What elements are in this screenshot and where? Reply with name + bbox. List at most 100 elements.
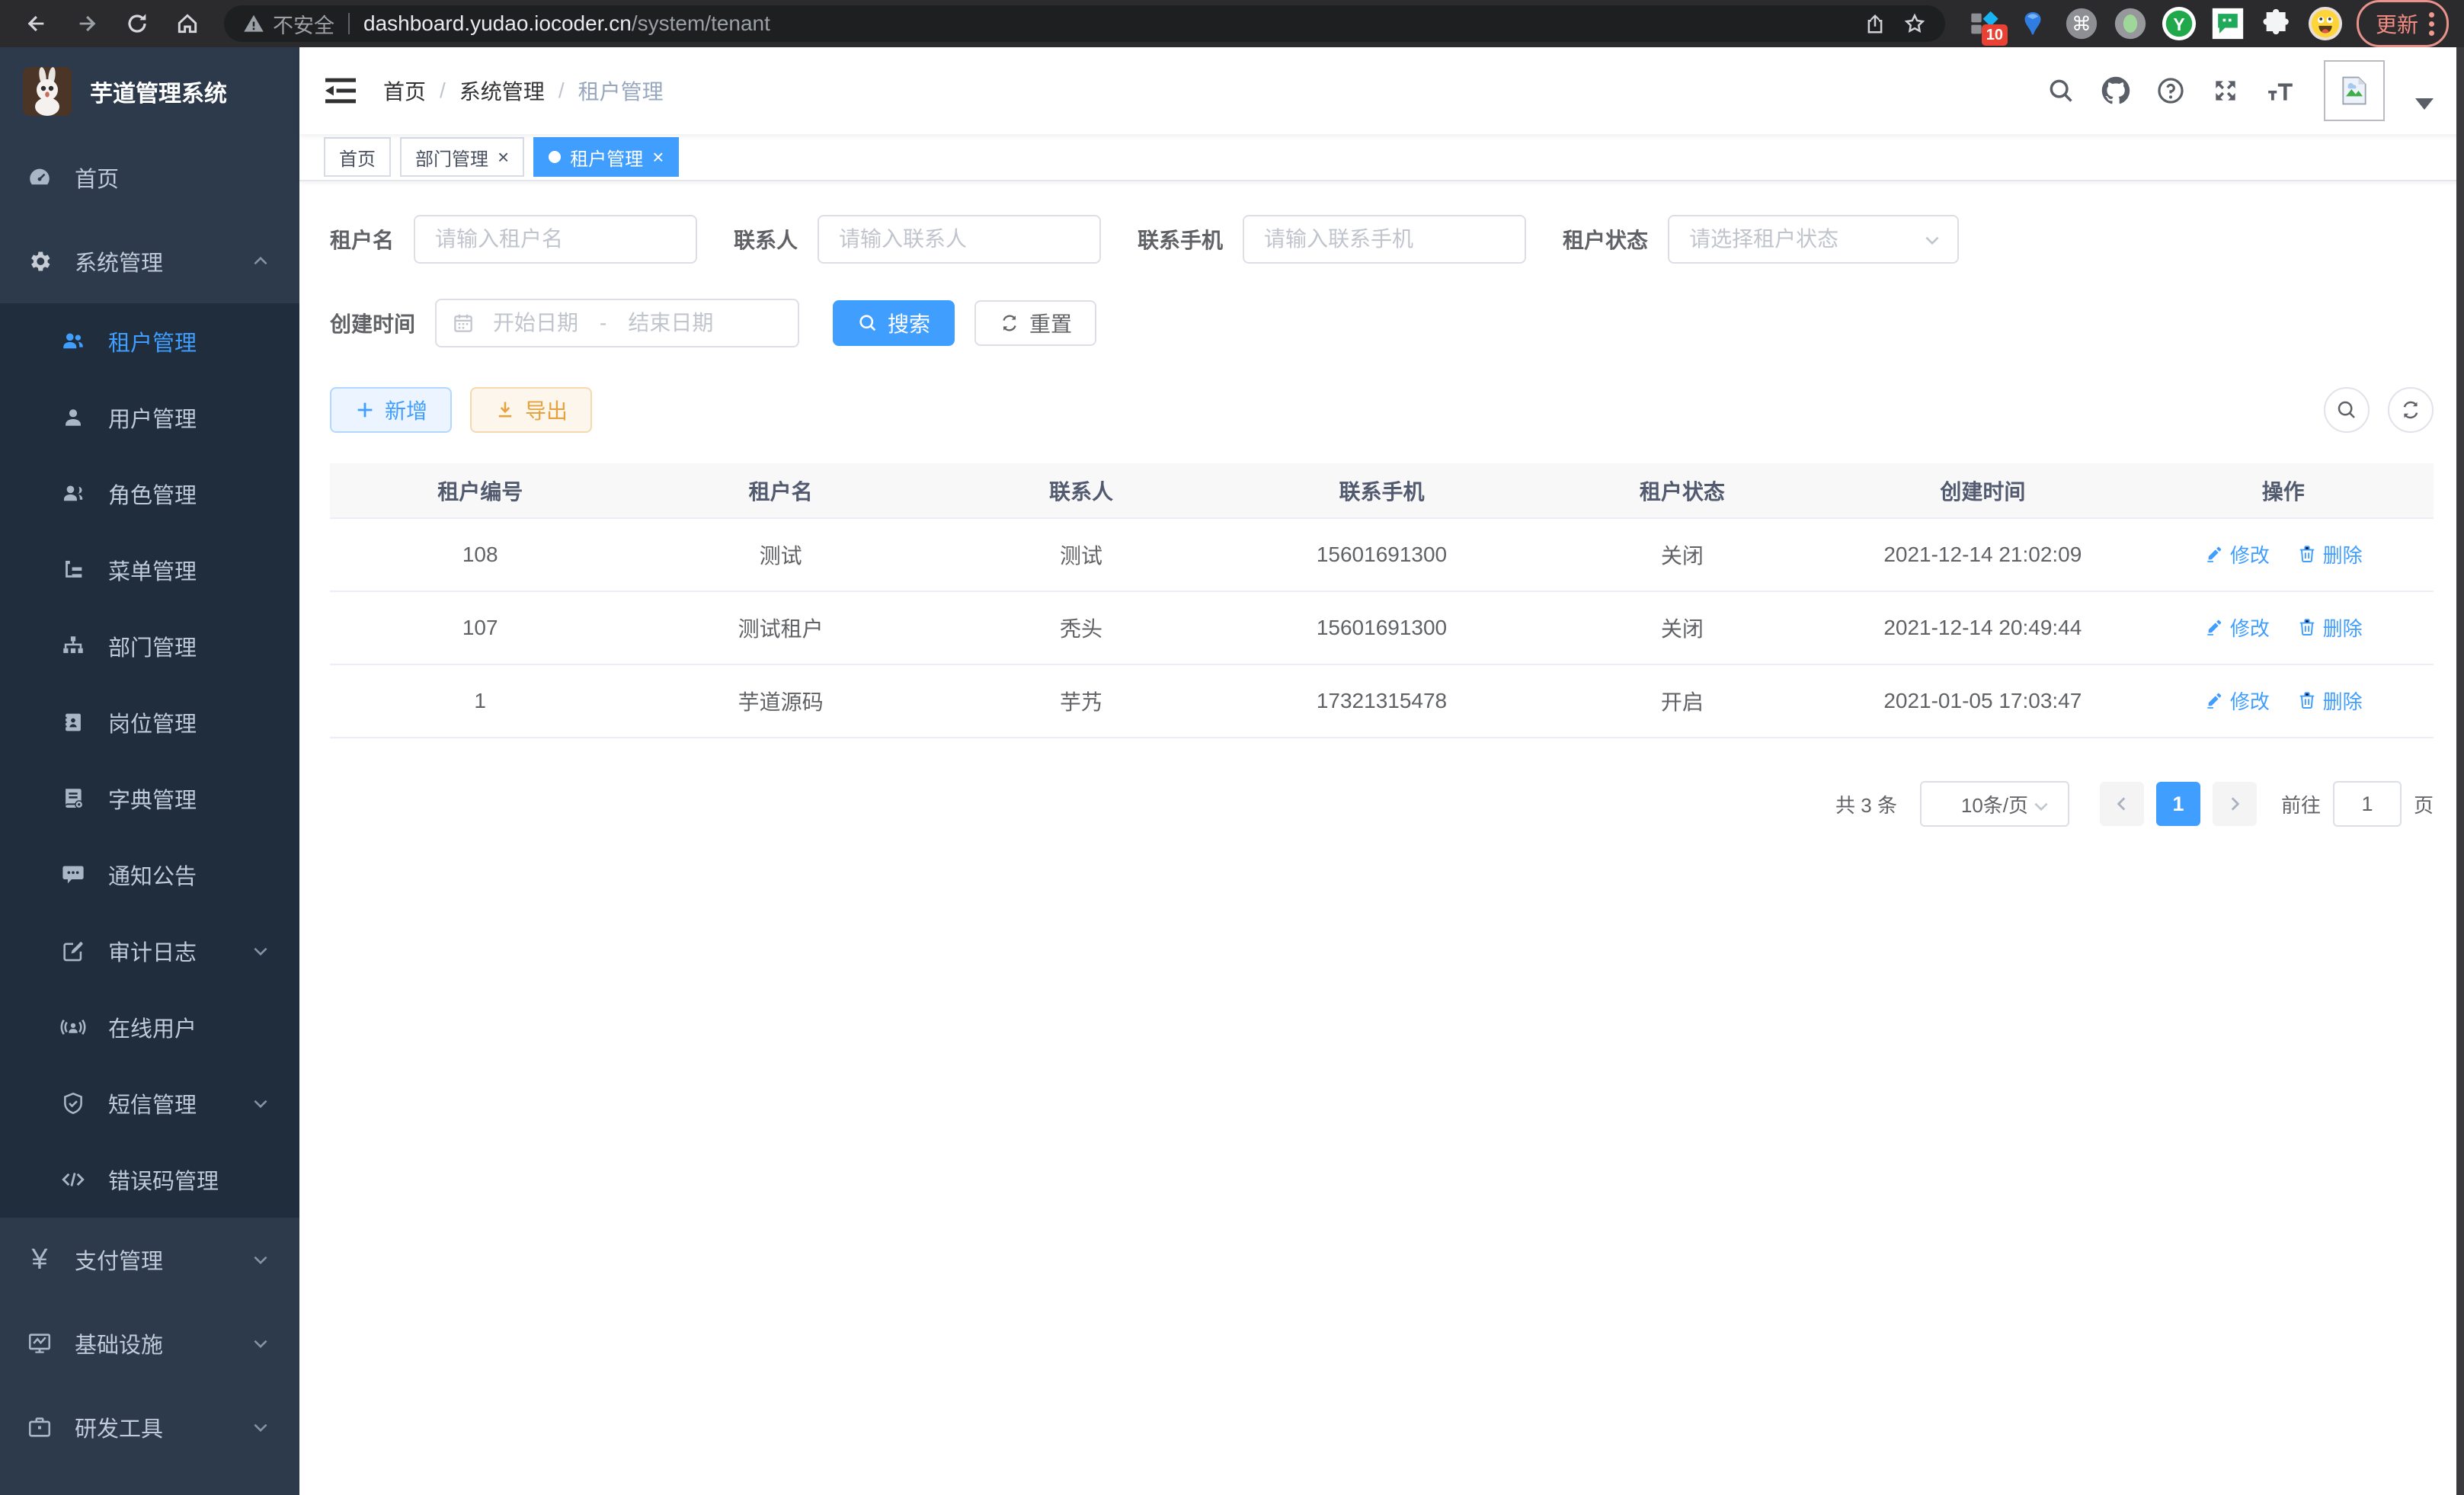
scrollbar[interactable]	[2456, 47, 2464, 1495]
message-icon	[59, 861, 87, 888]
sidebar-item-roles[interactable]: 角色管理	[0, 456, 299, 532]
fullscreen-icon	[2211, 76, 2240, 105]
extension-gem-icon[interactable]	[2015, 6, 2050, 41]
delete-link[interactable]: 删除	[2297, 687, 2363, 715]
bookmark-button[interactable]	[1895, 5, 1934, 42]
end-date-input[interactable]	[610, 311, 731, 335]
reset-button[interactable]: 重置	[974, 300, 1096, 346]
sidebar-item-posts[interactable]: 岗位管理	[0, 684, 299, 760]
extension-emoji-icon[interactable]	[2308, 6, 2343, 41]
roles-icon	[59, 480, 87, 507]
sidebar-item-system[interactable]: 系统管理	[0, 219, 299, 303]
edit-link[interactable]: 修改	[2204, 613, 2270, 642]
table-row: 107 测试租户 秃头 15601691300 关闭 2021-12-14 20…	[330, 591, 2434, 664]
page-size-select[interactable]: 10条/页	[1920, 781, 2069, 827]
next-page-button[interactable]	[2213, 782, 2257, 826]
sidebar-item-notice[interactable]: 通知公告	[0, 837, 299, 913]
browser-back-button[interactable]	[15, 5, 58, 42]
export-button-label: 导出	[525, 395, 568, 425]
cell-tenant-id: 1	[330, 664, 630, 738]
github-link[interactable]	[2094, 69, 2138, 113]
status-select-input[interactable]	[1668, 215, 1959, 264]
close-icon[interactable]: ×	[498, 147, 509, 167]
help-button[interactable]	[2149, 69, 2193, 113]
contact-input[interactable]	[818, 215, 1101, 264]
phone-input[interactable]	[1243, 215, 1526, 264]
extension-command-icon[interactable]: ⌘	[2064, 6, 2099, 41]
close-icon[interactable]: ×	[652, 147, 664, 167]
sidebar-item-users[interactable]: 用户管理	[0, 379, 299, 456]
date-range-picker[interactable]: -	[435, 299, 799, 347]
cell-contact: 芋艿	[931, 664, 1231, 738]
breadcrumb-system[interactable]: 系统管理	[459, 75, 545, 106]
tab-home[interactable]: 首页	[324, 137, 391, 177]
browser-update-button[interactable]: 更新	[2357, 0, 2449, 47]
page-number-1[interactable]: 1	[2156, 782, 2200, 826]
shield-check-icon	[59, 1090, 87, 1117]
delete-link[interactable]: 删除	[2297, 540, 2363, 568]
sidebar-item-audit-log[interactable]: 审计日志	[0, 913, 299, 989]
filter-create-time: 创建时间 -	[330, 299, 799, 347]
refresh-table-button[interactable]	[2388, 387, 2434, 433]
header-search-button[interactable]	[2039, 69, 2083, 113]
breadcrumb-home[interactable]: 首页	[383, 75, 426, 106]
cell-status: 关闭	[1532, 591, 1832, 664]
prev-page-button[interactable]	[2100, 782, 2144, 826]
status-select[interactable]	[1668, 215, 1959, 264]
sidebar-item-payment[interactable]: ¥ 支付管理	[0, 1218, 299, 1301]
browser-home-button[interactable]	[166, 5, 209, 42]
sidebar-item-devtools[interactable]: 研发工具	[0, 1385, 299, 1469]
security-status[interactable]: 不安全	[242, 9, 334, 39]
sidebar-item-label: 用户管理	[108, 402, 197, 434]
goto-page-input[interactable]	[2333, 781, 2402, 827]
sidebar-item-online-users[interactable]: 在线用户	[0, 989, 299, 1065]
extension-chat-icon[interactable]	[2210, 6, 2245, 41]
sidebar-item-departments[interactable]: 部门管理	[0, 608, 299, 684]
sidebar-item-error-codes[interactable]: 错误码管理	[0, 1141, 299, 1218]
filter-status: 租户状态	[1563, 215, 1959, 264]
trash-icon	[2297, 690, 2317, 710]
sidebar-item-infra[interactable]: 基础设施	[0, 1301, 299, 1385]
avatar[interactable]	[2324, 60, 2385, 121]
create-time-label: 创建时间	[330, 308, 415, 338]
tenant-name-input[interactable]	[414, 215, 697, 264]
col-tenant-id: 租户编号	[330, 463, 630, 518]
chevron-down-icon	[251, 1093, 270, 1113]
font-size-icon	[2266, 76, 2295, 105]
share-button[interactable]	[1855, 5, 1895, 42]
export-button[interactable]: 导出	[470, 387, 592, 433]
github-icon	[2101, 76, 2130, 105]
chevron-down-icon	[2031, 796, 2051, 816]
chevron-down-icon	[251, 941, 270, 961]
browser-forward-button[interactable]	[66, 5, 108, 42]
sidebar-item-menus[interactable]: 菜单管理	[0, 532, 299, 608]
sidebar-item-label: 角色管理	[108, 478, 197, 510]
extension-tabs-icon[interactable]: 10	[1966, 6, 2002, 41]
tab-tenant[interactable]: 租户管理 ×	[533, 137, 679, 177]
extension-recorder-icon[interactable]	[2113, 6, 2148, 41]
extension-y-icon[interactable]: Y	[2162, 6, 2197, 41]
back-arrow-icon	[24, 11, 49, 36]
edit-link[interactable]: 修改	[2204, 540, 2270, 568]
fullscreen-button[interactable]	[2203, 69, 2248, 113]
font-size-button[interactable]	[2258, 69, 2302, 113]
edit-link[interactable]: 修改	[2204, 687, 2270, 715]
avatar-dropdown-caret[interactable]	[2415, 98, 2434, 110]
sidebar-item-home[interactable]: 首页	[0, 136, 299, 219]
sidebar-item-dict[interactable]: 字典管理	[0, 760, 299, 837]
search-button[interactable]: 搜索	[833, 300, 955, 346]
green-chat-icon	[2211, 7, 2245, 40]
sidebar-item-tenant[interactable]: 租户管理	[0, 303, 299, 379]
collapse-sidebar-button[interactable]	[324, 75, 357, 106]
extension-puzzle-icon[interactable]	[2259, 6, 2294, 41]
sidebar-logo-row[interactable]: 芋道管理系统	[0, 47, 299, 136]
add-button[interactable]: 新增	[330, 387, 452, 433]
cell-status: 关闭	[1532, 518, 1832, 591]
toggle-search-button[interactable]	[2324, 387, 2370, 433]
address-bar[interactable]: 不安全 dashboard.yudao.iocoder.cn/system/te…	[224, 5, 1945, 42]
tab-departments[interactable]: 部门管理 ×	[400, 137, 524, 177]
browser-reload-button[interactable]	[116, 5, 158, 42]
delete-link[interactable]: 删除	[2297, 613, 2363, 642]
start-date-input[interactable]	[475, 311, 597, 335]
sidebar-item-sms[interactable]: 短信管理	[0, 1065, 299, 1141]
